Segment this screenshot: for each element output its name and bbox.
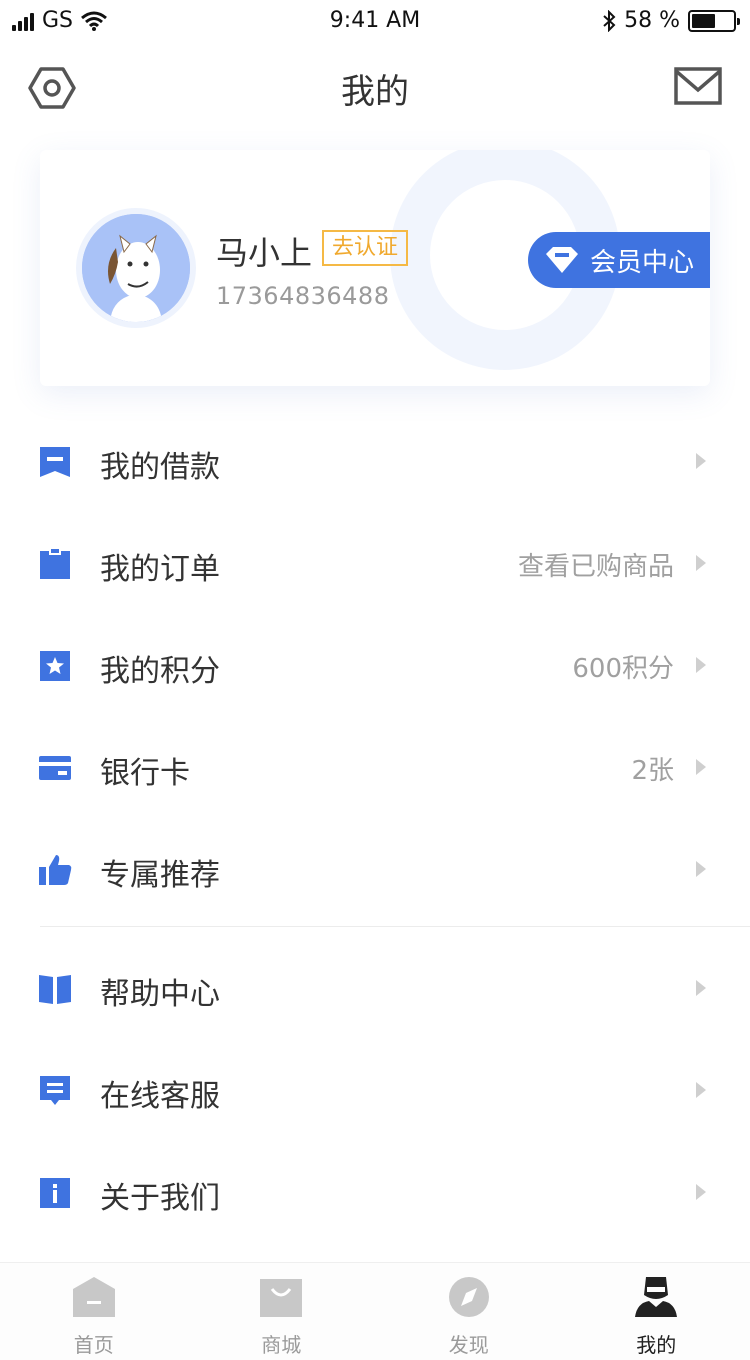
avatar[interactable] [76,208,196,328]
tab-shop[interactable]: 商城 [188,1263,376,1360]
menu-item-help[interactable]: 帮助中心 [0,937,750,1039]
tab-home[interactable]: 首页 [0,1263,188,1360]
menu-item-points[interactable]: 我的积分 600积分 [0,614,750,716]
horse-avatar-icon [82,214,190,322]
chat-service-icon [40,1076,70,1105]
chevron-right-icon [696,1184,706,1200]
home-icon [72,1277,115,1317]
chevron-right-icon [696,980,706,996]
tab-profile[interactable]: 我的 [563,1263,750,1360]
menu-item-label: 我的积分 [100,654,220,689]
bluetooth-icon [603,9,616,32]
shop-bag-icon [260,1279,303,1317]
mail-icon[interactable] [674,66,722,108]
battery-percent: 58 % [624,8,680,33]
thumbs-up-icon [39,855,72,885]
profile-icon [635,1277,678,1317]
menu-item-bank-cards[interactable]: 银行卡 2张 [0,716,750,818]
help-book-icon [39,975,71,1004]
menu-item-about[interactable]: 关于我们 [0,1141,750,1243]
tab-label: 发现 [448,1333,489,1357]
chevron-right-icon [696,1082,706,1098]
order-clipboard-icon [40,547,70,579]
menu-item-extra: 查看已购商品 [517,552,674,582]
page-title: 我的 [341,72,409,112]
tab-label: 我的 [636,1333,677,1357]
chevron-right-icon [696,657,706,673]
battery-icon [688,9,740,32]
tab-discover[interactable]: 发现 [375,1263,563,1360]
tab-bar: 首页 商城 发现 我的 [0,1262,750,1360]
menu-item-loans[interactable]: 我的借款 [0,410,750,512]
verify-button[interactable]: 去认证 [322,230,409,266]
profile-card: 马小上 去认证 17364836488 会员中心 [40,150,710,386]
member-center-label: 会员中心 [590,247,695,278]
menu-item-extra: 600积分 [572,654,674,684]
divider [40,926,750,927]
compass-icon [448,1277,489,1317]
menu-item-label: 专属推荐 [100,858,220,893]
menu-item-orders[interactable]: 我的订单 查看已购商品 [0,512,750,614]
menu-item-service[interactable]: 在线客服 [0,1039,750,1141]
menu-item-recommend[interactable]: 专属推荐 [0,818,750,920]
battery-fill [692,13,716,28]
nav-bar: 我的 [0,44,750,132]
status-right: 58 % [602,8,740,33]
tab-label: 商城 [261,1333,302,1357]
loan-bookmark-icon [40,447,70,477]
points-star-icon [40,651,70,681]
status-bar: GS 9:41 AM 58 % [0,0,750,44]
menu-list: 我的借款 我的订单 查看已购商品 我的积分 600积分 银行卡 2张 专属推荐 … [0,410,750,1243]
menu-item-label: 帮助中心 [100,977,220,1012]
menu-item-label: 在线客服 [100,1079,220,1114]
menu-item-label: 我的订单 [100,552,220,587]
tab-label: 首页 [73,1333,114,1357]
chevron-right-icon [696,759,706,775]
member-center-button[interactable]: 会员中心 [528,232,710,288]
diamond-icon [546,247,578,273]
info-icon [40,1178,70,1208]
chevron-right-icon [696,555,706,571]
menu-item-label: 银行卡 [100,756,190,791]
menu-item-label: 关于我们 [100,1181,220,1216]
chevron-right-icon [696,861,706,877]
menu-item-label: 我的借款 [100,450,220,485]
menu-item-extra: 2张 [631,756,674,786]
bank-card-icon [39,756,71,780]
chevron-right-icon [696,453,706,469]
user-name: 马小上 [216,234,313,272]
user-phone: 17364836488 [216,282,390,310]
